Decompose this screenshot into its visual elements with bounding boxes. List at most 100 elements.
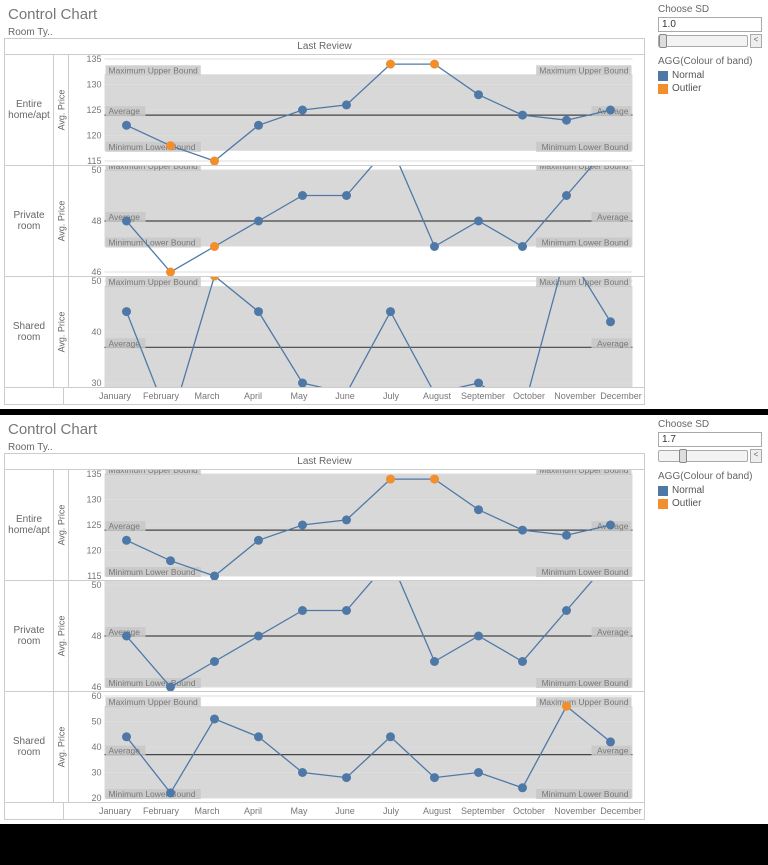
svg-text:40: 40 bbox=[91, 327, 101, 337]
sidebar: Choose SD 1.7 < AGG(Colour of band) Normal Ou… bbox=[651, 415, 768, 824]
facet-label: Private room bbox=[5, 166, 54, 276]
chart-title: Control Chart bbox=[8, 421, 645, 438]
svg-text:Maximum Upper Bound: Maximum Upper Bound bbox=[109, 277, 199, 287]
x-tick-label: April bbox=[230, 388, 276, 404]
facet-plot[interactable]: 115120125130135Maximum Upper BoundMaximu… bbox=[69, 470, 644, 580]
x-tick-label: December bbox=[598, 803, 644, 819]
x-tick-label: April bbox=[230, 803, 276, 819]
x-axis: JanuaryFebruaryMarchAprilMayJuneJulyAugu… bbox=[5, 802, 644, 819]
sd-title: Choose SD bbox=[658, 4, 762, 15]
x-tick-label: June bbox=[322, 388, 368, 404]
chevron-left-icon[interactable]: < bbox=[750, 449, 762, 463]
sd-slider[interactable]: < bbox=[658, 34, 762, 48]
facet-row: Private roomAvg. Price464850Maximum Uppe… bbox=[5, 580, 644, 691]
x-tick-label: December bbox=[598, 388, 644, 404]
column-header: Last Review bbox=[4, 453, 645, 469]
facet-plot[interactable]: 2030405060Maximum Upper BoundMaximum Upp… bbox=[69, 692, 644, 802]
x-tick-label: January bbox=[92, 803, 138, 819]
svg-text:Average: Average bbox=[109, 106, 141, 116]
x-tick-label: September bbox=[460, 803, 506, 819]
legend-title: AGG(Colour of band) bbox=[658, 56, 762, 67]
y-axis-label: Avg. Price bbox=[54, 166, 69, 276]
facet-row: Private roomAvg. Price 46 48 50 Maximum Uppe… bbox=[5, 165, 644, 276]
svg-text:Minimum Lower Bound: Minimum Lower Bound bbox=[542, 789, 629, 799]
svg-text:30: 30 bbox=[91, 768, 101, 778]
svg-text:Maximum Upper Bound: Maximum Upper Bound bbox=[539, 470, 629, 475]
svg-text:120: 120 bbox=[86, 131, 101, 141]
legend-swatch bbox=[658, 499, 668, 509]
svg-text:Minimum Lower Bound: Minimum Lower Bound bbox=[109, 238, 196, 248]
x-tick-label: March bbox=[184, 803, 230, 819]
legend-item-outlier[interactable]: Outlier bbox=[658, 83, 762, 94]
svg-text:40: 40 bbox=[91, 742, 101, 752]
x-tick-label: November bbox=[552, 803, 598, 819]
row-header: Room Ty.. bbox=[8, 27, 645, 38]
facet-grid: Entire home/aptAvg. Price115120125130135… bbox=[4, 469, 645, 820]
x-tick-label: May bbox=[276, 803, 322, 819]
svg-text:48: 48 bbox=[91, 216, 101, 226]
legend-item-outlier[interactable]: Outlier bbox=[658, 498, 762, 509]
svg-text:Minimum Lower Bound: Minimum Lower Bound bbox=[542, 678, 629, 688]
sd-slider[interactable]: < bbox=[658, 449, 762, 463]
facet-label: Shared room bbox=[5, 692, 54, 802]
svg-text:130: 130 bbox=[86, 80, 101, 90]
sd-input[interactable]: 1.0 bbox=[658, 17, 762, 32]
facet-label: Shared room bbox=[5, 277, 54, 387]
facet-label: Private room bbox=[5, 581, 54, 691]
x-tick-label: March bbox=[184, 388, 230, 404]
chart-title: Control Chart bbox=[8, 6, 645, 23]
svg-text:Maximum Upper Bound: Maximum Upper Bound bbox=[539, 166, 629, 171]
facet-plot[interactable]: 115120125130135Maximum Upper BoundMaximu… bbox=[69, 55, 644, 165]
chevron-left-icon[interactable]: < bbox=[750, 34, 762, 48]
facet-row: Shared roomAvg. Price2030405060Maximum U… bbox=[5, 691, 644, 802]
svg-text:20: 20 bbox=[91, 793, 101, 802]
svg-text:120: 120 bbox=[86, 546, 101, 556]
svg-text:50: 50 bbox=[91, 581, 101, 590]
panel: Control Chart Room Ty..Last ReviewEntire … bbox=[0, 0, 768, 409]
sd-input[interactable]: 1.7 bbox=[658, 432, 762, 447]
svg-text:Maximum Upper Bound: Maximum Upper Bound bbox=[539, 697, 629, 707]
svg-text:135: 135 bbox=[86, 470, 101, 479]
svg-text:Minimum Lower Bound: Minimum Lower Bound bbox=[542, 142, 629, 152]
x-tick-label: October bbox=[506, 388, 552, 404]
legend-item-normal[interactable]: Normal bbox=[658, 70, 762, 81]
legend-swatch bbox=[658, 84, 668, 94]
y-axis-label: Avg. Price bbox=[54, 581, 69, 691]
x-tick-label: August bbox=[414, 388, 460, 404]
legend-swatch bbox=[658, 486, 668, 496]
svg-text:Average: Average bbox=[109, 521, 141, 531]
facet-label: Entire home/apt bbox=[5, 55, 54, 165]
svg-text:Average: Average bbox=[597, 627, 629, 637]
legend-item-normal[interactable]: Normal bbox=[658, 485, 762, 496]
sd-title: Choose SD bbox=[658, 419, 762, 430]
legend-title: AGG(Colour of band) bbox=[658, 471, 762, 482]
svg-text:50: 50 bbox=[91, 166, 101, 175]
svg-text:Average: Average bbox=[109, 338, 141, 348]
svg-text:46: 46 bbox=[91, 682, 101, 691]
column-header: Last Review bbox=[4, 38, 645, 54]
svg-text:135: 135 bbox=[86, 55, 101, 64]
x-tick-label: July bbox=[368, 803, 414, 819]
facet-plot[interactable]: 304050Maximum Upper BoundMaximum Upper B… bbox=[69, 277, 644, 387]
y-axis-label: Avg. Price bbox=[54, 277, 69, 387]
svg-text:50: 50 bbox=[91, 717, 101, 727]
facet-plot[interactable]: 464850Maximum Upper BoundMaximum Upper B… bbox=[69, 581, 644, 691]
x-tick-label: August bbox=[414, 803, 460, 819]
svg-text:Maximum Upper Bound: Maximum Upper Bound bbox=[109, 470, 199, 475]
x-tick-label: February bbox=[138, 388, 184, 404]
svg-text:46: 46 bbox=[91, 267, 101, 276]
x-tick-label: May bbox=[276, 388, 322, 404]
sidebar: Choose SD 1.0 < AGG(Colour of band) Normal Ou… bbox=[651, 0, 768, 409]
svg-text:130: 130 bbox=[86, 495, 101, 505]
svg-text:Minimum Lower Bound: Minimum Lower Bound bbox=[109, 789, 196, 799]
legend-label: Outlier bbox=[672, 83, 701, 94]
svg-text:Maximum Upper Bound: Maximum Upper Bound bbox=[109, 697, 199, 707]
facet-plot[interactable]: 464850Maximum Upper BoundMaximum Upper B… bbox=[69, 166, 644, 276]
y-axis-label: Avg. Price bbox=[54, 470, 69, 580]
legend-label: Normal bbox=[672, 70, 704, 81]
x-tick-label: October bbox=[506, 803, 552, 819]
legend-label: Normal bbox=[672, 485, 704, 496]
y-axis-label: Avg. Price bbox=[54, 692, 69, 802]
svg-text:Maximum Upper Bound: Maximum Upper Bound bbox=[539, 65, 629, 75]
svg-text:125: 125 bbox=[86, 520, 101, 530]
